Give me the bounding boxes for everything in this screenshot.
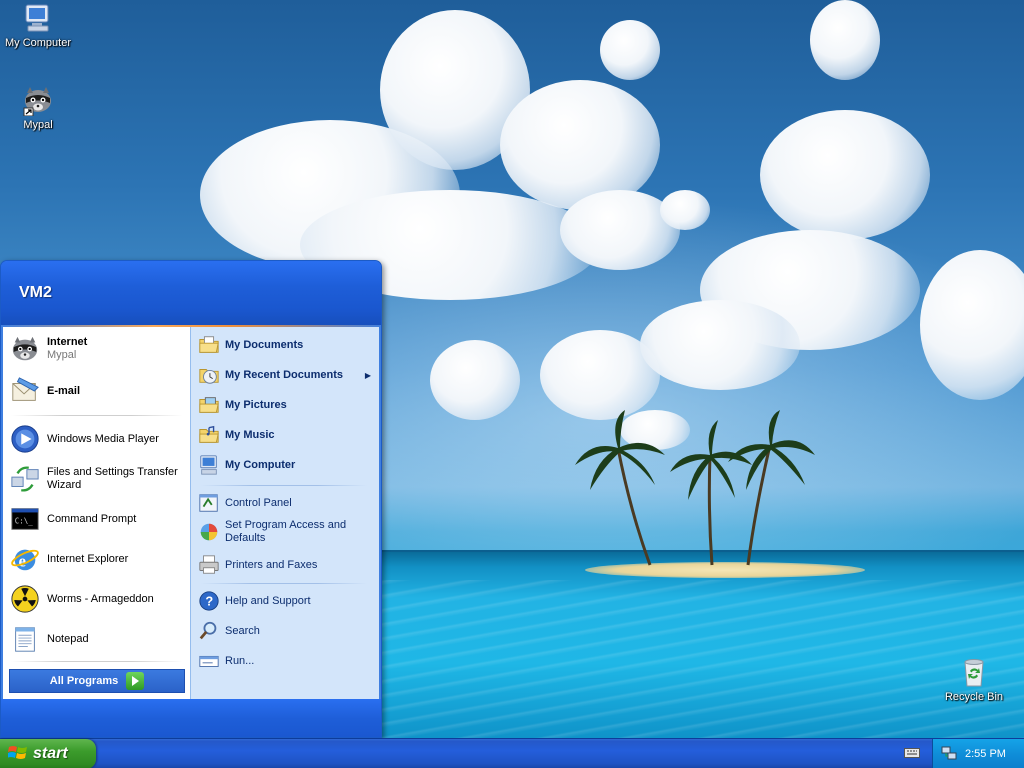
search-icon xyxy=(197,619,221,643)
recent-item-internet-explorer[interactable]: e Internet Explorer xyxy=(9,543,187,575)
svg-text:?: ? xyxy=(205,594,213,609)
place-my-computer[interactable]: My Computer xyxy=(197,453,377,477)
mypal-raccoon-icon xyxy=(9,333,41,365)
folder-pictures-icon xyxy=(197,393,221,417)
folder-documents-icon xyxy=(197,333,221,357)
desktop-icon-my-computer[interactable]: My Computer xyxy=(0,2,76,49)
desktop-icon-label: My Computer xyxy=(4,37,72,49)
recent-label: Command Prompt xyxy=(47,512,137,525)
pinned-title: E-mail xyxy=(47,384,81,397)
desktop-icon-recycle-bin[interactable]: Recycle Bin xyxy=(936,656,1012,703)
tool-help-and-support[interactable]: ? Help and Support xyxy=(197,589,377,613)
run-icon xyxy=(197,649,221,673)
start-menu-footer xyxy=(1,699,381,737)
submenu-arrow-icon: ▶ xyxy=(364,370,371,380)
recent-item-windows-media-player[interactable]: Windows Media Player xyxy=(9,423,187,455)
setting-label: Control Panel xyxy=(225,496,292,509)
places-separator xyxy=(201,485,367,486)
pinned-subtitle: Mypal xyxy=(47,349,77,361)
start-menu-header: VM2 xyxy=(1,261,381,325)
arrow-right-icon xyxy=(126,672,145,690)
notepad-icon xyxy=(9,623,41,655)
user-name: VM2 xyxy=(19,284,52,301)
desktop-icon-label: Recycle Bin xyxy=(944,691,1004,703)
setting-printers-and-faxes[interactable]: Printers and Faxes xyxy=(197,553,377,577)
all-programs-separator xyxy=(11,661,183,662)
place-my-documents[interactable]: My Documents xyxy=(197,333,377,357)
tool-label: Search xyxy=(225,624,260,637)
system-tray: 2:55 PM xyxy=(932,739,1024,768)
setting-label: Printers and Faxes xyxy=(225,558,318,571)
clock[interactable]: 2:55 PM xyxy=(965,748,1006,760)
setting-program-access[interactable]: Set Program Access and Defaults xyxy=(197,519,377,545)
start-menu-programs-pane: Internet Mypal E-mail Windows Media Play… xyxy=(3,327,190,699)
control-panel-icon xyxy=(197,491,221,515)
my-computer-icon xyxy=(22,2,54,34)
my-computer-icon xyxy=(197,453,221,477)
transfer-wizard-icon xyxy=(9,463,41,495)
start-menu-places-pane: My Documents My Recent Documents ▶ My Pi… xyxy=(190,327,379,699)
tool-label: Help and Support xyxy=(225,594,311,607)
ocean-waves xyxy=(380,580,1024,738)
worms-radiation-icon xyxy=(9,583,41,615)
recent-item-worms-armageddon[interactable]: Worms - Armageddon xyxy=(9,583,187,615)
desktop-icon-mypal[interactable]: Mypal xyxy=(0,84,76,131)
network-icon[interactable] xyxy=(941,745,957,764)
help-icon: ? xyxy=(197,589,221,613)
place-label: My Recent Documents xyxy=(225,368,343,381)
recent-item-command-prompt[interactable]: C:\_ Command Prompt xyxy=(9,503,187,535)
tool-label: Run... xyxy=(225,654,255,667)
start-label: start xyxy=(33,745,68,762)
setting-control-panel[interactable]: Control Panel xyxy=(197,491,377,515)
recent-item-notepad[interactable]: Notepad xyxy=(9,623,187,655)
settings-separator xyxy=(201,583,367,584)
windows-media-player-icon xyxy=(9,423,41,455)
recent-documents-icon xyxy=(197,363,221,387)
windows-logo-icon xyxy=(7,744,28,765)
pinned-title: Internet xyxy=(47,336,88,348)
recent-label: Internet Explorer xyxy=(47,552,129,565)
recent-label: Worms - Armageddon xyxy=(47,592,154,605)
svg-text:C:\_: C:\_ xyxy=(15,517,34,526)
program-access-icon xyxy=(197,520,221,544)
command-prompt-icon: C:\_ xyxy=(9,503,41,535)
printer-icon xyxy=(197,553,221,577)
pinned-separator xyxy=(11,415,183,416)
recent-label: Files and Settings Transfer Wizard xyxy=(47,466,178,491)
start-menu: VM2 Internet Mypal E-mail Windows Media … xyxy=(0,260,382,738)
recent-label: Notepad xyxy=(47,632,89,645)
recent-item-transfer-wizard[interactable]: Files and Settings Transfer Wizard xyxy=(9,463,187,495)
desktop-icon-label: Mypal xyxy=(23,119,53,131)
setting-label: Set Program Access and Defaults xyxy=(225,519,347,544)
keyboard-icon[interactable] xyxy=(904,746,920,760)
tool-run[interactable]: Run... xyxy=(197,649,377,673)
place-my-pictures[interactable]: My Pictures xyxy=(197,393,377,417)
pinned-item-email[interactable]: E-mail xyxy=(9,375,187,407)
email-icon xyxy=(9,375,41,407)
place-label: My Pictures xyxy=(225,398,287,411)
all-programs-label: All Programs xyxy=(49,675,119,687)
place-my-recent-documents[interactable]: My Recent Documents ▶ xyxy=(197,363,377,387)
all-programs-button[interactable]: All Programs xyxy=(9,669,185,693)
taskbar: start 2:55 PM xyxy=(0,738,1024,768)
place-my-music[interactable]: My Music xyxy=(197,423,377,447)
folder-music-icon xyxy=(197,423,221,447)
start-menu-body: Internet Mypal E-mail Windows Media Play… xyxy=(3,327,379,699)
tool-search[interactable]: Search xyxy=(197,619,377,643)
palm-trees xyxy=(575,410,815,566)
recent-label: Windows Media Player xyxy=(47,432,159,445)
recycle-bin-icon xyxy=(958,656,990,688)
place-label: My Documents xyxy=(225,338,304,351)
place-label: My Computer xyxy=(225,458,296,471)
pinned-item-internet[interactable]: Internet Mypal xyxy=(9,333,187,365)
mypal-raccoon-icon xyxy=(22,84,54,117)
internet-explorer-icon: e xyxy=(9,543,41,575)
place-label: My Music xyxy=(225,428,275,441)
start-button[interactable]: start xyxy=(0,739,96,768)
